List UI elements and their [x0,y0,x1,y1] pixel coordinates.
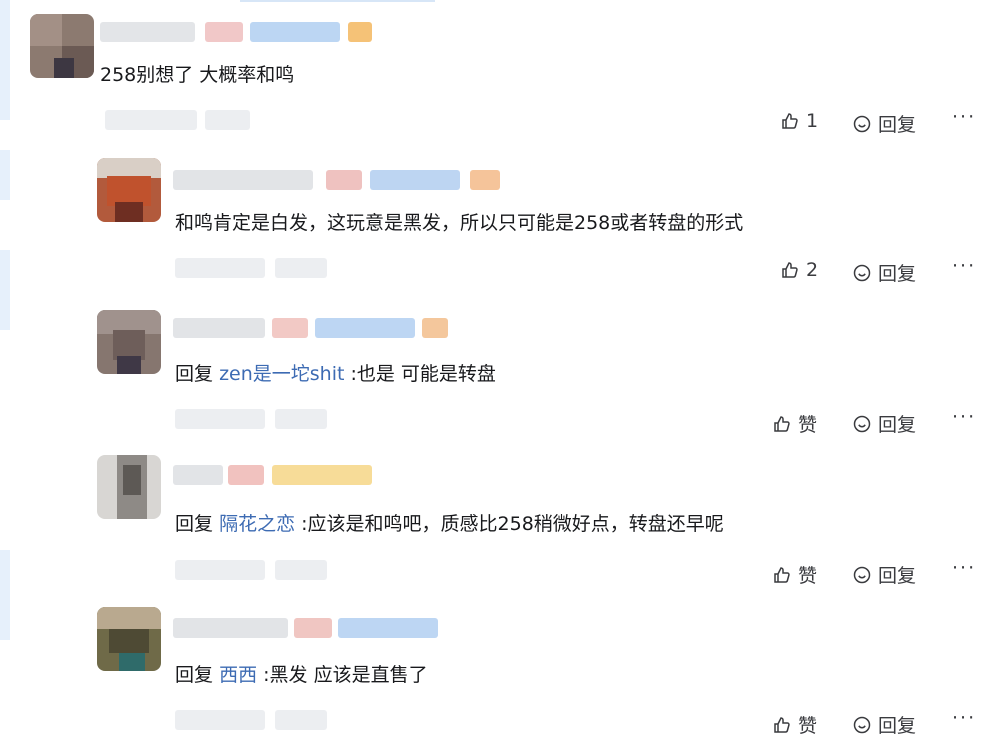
reply-button[interactable]: 回复 [852,410,916,437]
thumbs-up-icon [774,716,790,733]
comment-text: 回复 zen是一坨shit :也是 可能是转盘 [175,363,496,385]
reply-button[interactable]: 回复 [852,711,916,738]
more-button[interactable]: ··· [952,106,976,128]
like-button[interactable]: 赞 [772,711,817,738]
like-button[interactable]: 赞 [772,561,817,588]
comment-text: 258别想了 大概率和鸣 [100,64,295,86]
scroll-edge [0,250,10,330]
avatar[interactable] [97,607,161,671]
scroll-edge [0,550,10,640]
mention-link[interactable]: zen是一坨shit [219,363,344,385]
speech-bubble-icon [853,115,871,132]
comment-text: 回复 隔花之恋 :应该是和鸣吧，质感比258稍微好点，转盘还早呢 [175,513,724,535]
thumbs-up-icon [774,415,790,432]
speech-bubble-icon [853,415,871,432]
thumbs-up-icon [774,566,790,583]
comment-text: 回复 西西 :黑发 应该是直售了 [175,664,428,686]
top-divider [240,0,435,2]
reply-button[interactable]: 回复 [852,259,916,286]
speech-bubble-icon [853,264,871,281]
reply-button[interactable]: 回复 [852,561,916,588]
comment-text: 和鸣肯定是白发，这玩意是黑发，所以只可能是258或者转盘的形式 [175,212,744,234]
avatar[interactable] [97,158,161,222]
scroll-edge [0,150,10,200]
avatar[interactable] [97,310,161,374]
avatar[interactable] [30,14,94,78]
scroll-edge [0,0,10,120]
mention-link[interactable]: 隔花之恋 [219,513,295,535]
thumbs-up-icon [782,262,798,278]
like-button[interactable]: 1 [780,110,818,132]
reply-button[interactable]: 回复 [852,110,916,137]
like-button[interactable]: 赞 [772,410,817,437]
more-button[interactable]: ··· [952,406,976,428]
mention-link[interactable]: 西西 [219,664,257,686]
speech-bubble-icon [853,716,871,733]
more-button[interactable]: ··· [952,255,976,277]
more-button[interactable]: ··· [952,707,976,729]
more-button[interactable]: ··· [952,557,976,579]
thumbs-up-icon [782,113,798,129]
speech-bubble-icon [853,566,871,583]
avatar[interactable] [97,455,161,519]
like-button[interactable]: 2 [780,259,818,281]
